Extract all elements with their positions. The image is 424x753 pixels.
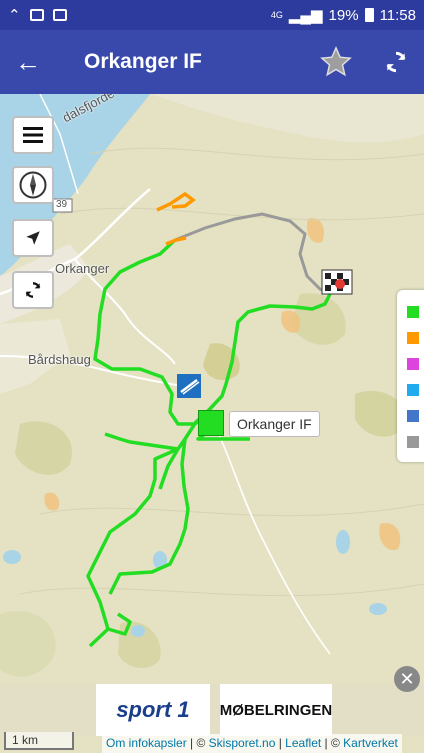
sponsor-mobelringen-logo[interactable]: MØBELRINGEN bbox=[220, 684, 332, 736]
sync-icon bbox=[386, 51, 406, 73]
map-scale: 1 km bbox=[4, 732, 74, 750]
place-label-bardshaug: Bårdshaug bbox=[28, 352, 91, 367]
arrow-left-icon: ← bbox=[15, 46, 41, 77]
refresh-button[interactable] bbox=[374, 40, 418, 84]
compass-button[interactable] bbox=[12, 166, 54, 204]
app-bar: ← Orkanger IF bbox=[0, 30, 424, 94]
legend-swatch bbox=[407, 384, 419, 396]
attribution-separator: | © bbox=[321, 736, 344, 750]
close-icon: ✕ bbox=[399, 668, 415, 689]
locate-button[interactable] bbox=[12, 219, 54, 257]
attribution-separator: | bbox=[275, 736, 286, 750]
favorite-button[interactable] bbox=[314, 40, 358, 84]
compass-icon bbox=[19, 171, 47, 199]
kartverket-link[interactable]: Kartverket bbox=[343, 736, 398, 750]
map-view[interactable]: Orkanger Bårdshaug dalsfjorde 39 Orkange… bbox=[0, 94, 424, 753]
star-icon bbox=[320, 46, 352, 77]
skisporet-link[interactable]: Skisporet.no bbox=[209, 736, 276, 750]
notification-icon: ⌃ bbox=[8, 7, 21, 24]
sponsor-sport1-logo[interactable]: sport 1 bbox=[96, 684, 210, 736]
sponsor-banner: sport 1 MØBELRINGEN bbox=[0, 684, 424, 736]
place-label-orkanger: Orkanger bbox=[55, 261, 110, 276]
legend-swatch bbox=[407, 436, 419, 448]
image-notification-icon-2 bbox=[52, 9, 67, 21]
legend-swatch bbox=[407, 358, 419, 370]
leaflet-link[interactable]: Leaflet bbox=[285, 736, 321, 750]
network-type: 4G bbox=[270, 9, 283, 20]
location-arrow-icon bbox=[26, 231, 40, 245]
club-marker[interactable] bbox=[198, 410, 224, 436]
trail-legend[interactable] bbox=[397, 290, 424, 462]
page-title: Orkanger IF bbox=[84, 50, 202, 73]
menu-icon bbox=[23, 127, 43, 143]
close-ad-button[interactable]: ✕ bbox=[394, 666, 420, 692]
sponsor-sport1-text: sport 1 bbox=[116, 697, 190, 722]
clock: 11:58 bbox=[379, 6, 416, 24]
status-bar: ⌃ 4G ▂▄▆ 19% 11:58 bbox=[0, 0, 424, 30]
signal-icon: ▂▄▆ bbox=[288, 7, 323, 24]
back-button[interactable]: ← bbox=[0, 30, 56, 94]
legend-swatch bbox=[407, 332, 419, 344]
battery-level: 19% bbox=[328, 6, 359, 24]
sponsor-mobelringen-text: MØBELRINGEN bbox=[219, 701, 333, 719]
image-notification-icon bbox=[29, 9, 44, 21]
sync-icon bbox=[25, 282, 41, 298]
map-refresh-button[interactable] bbox=[12, 271, 54, 309]
road-number: 39 bbox=[56, 199, 68, 210]
battery-icon bbox=[364, 8, 374, 22]
legend-swatch bbox=[407, 306, 419, 318]
map-menu-button[interactable] bbox=[12, 116, 54, 154]
legend-swatch bbox=[407, 410, 419, 422]
app-screen: ⌃ 4G ▂▄▆ 19% 11:58 ← Orkanger IF Orkange… bbox=[0, 0, 424, 753]
cookie-info-link[interactable]: Om infokapsler bbox=[106, 736, 187, 750]
map-attribution: Om infokapsler | © Skisporet.no | Leafle… bbox=[102, 734, 402, 753]
marker-label: Orkanger IF bbox=[229, 411, 320, 437]
attribution-separator: | © bbox=[186, 736, 209, 750]
